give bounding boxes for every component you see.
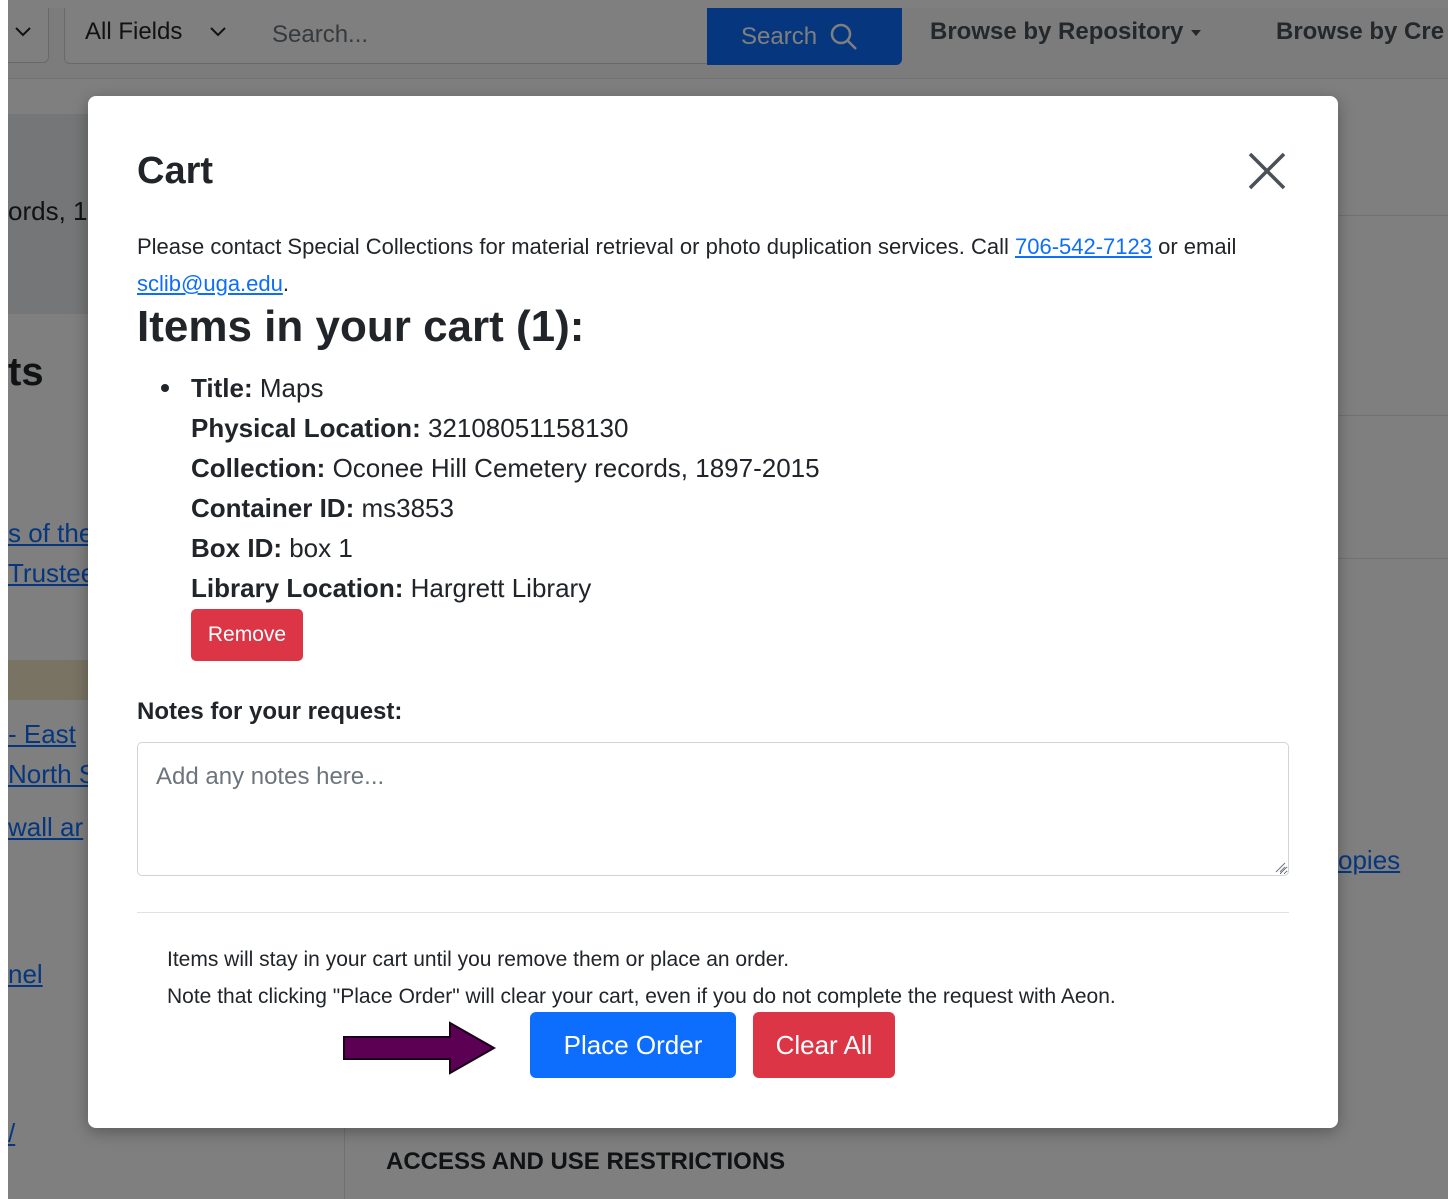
email-link[interactable]: sclib@uga.edu xyxy=(137,271,283,296)
close-button[interactable] xyxy=(1244,148,1290,194)
item-library-value: Hargrett Library xyxy=(403,573,592,603)
cart-footer-note: Items will stay in your cart until you r… xyxy=(167,941,1116,1015)
item-title-label: Title: xyxy=(191,373,253,403)
item-location-value: 32108051158130 xyxy=(420,413,629,443)
item-collection-row: Collection: Oconee Hill Cemetery records… xyxy=(191,448,820,488)
arrow-right-icon xyxy=(343,1021,497,1075)
item-box-label: Box ID: xyxy=(191,533,282,563)
phone-link[interactable]: 706-542-7123 xyxy=(1015,234,1152,259)
item-title-row: Title: Maps xyxy=(191,368,820,408)
notes-textarea[interactable] xyxy=(137,742,1289,876)
item-collection-label: Collection: xyxy=(191,453,326,483)
contact-text: Please contact Special Collections for m… xyxy=(137,234,1015,259)
place-order-button[interactable]: Place Order xyxy=(530,1012,736,1078)
modal-footer-divider xyxy=(137,912,1289,913)
item-collection-value: Oconee Hill Cemetery records, 1897-2015 xyxy=(325,453,820,483)
item-container-label: Container ID: xyxy=(191,493,355,523)
footer-note-line: Note that clicking "Place Order" will cl… xyxy=(167,985,1116,1008)
contact-info: Please contact Special Collections for m… xyxy=(137,228,1287,302)
remove-button[interactable]: Remove xyxy=(191,609,303,661)
page-edge xyxy=(0,0,8,1199)
list-item: Title: Maps Physical Location: 321080511… xyxy=(161,368,820,608)
item-location-label: Physical Location: xyxy=(191,413,421,443)
notes-label: Notes for your request: xyxy=(137,698,403,725)
modal-title: Cart xyxy=(137,150,214,192)
item-container-row: Container ID: ms3853 xyxy=(191,488,820,528)
item-title-value: Maps xyxy=(252,373,324,403)
close-icon xyxy=(1248,152,1286,190)
clear-all-button[interactable]: Clear All xyxy=(753,1012,895,1078)
contact-text-end: . xyxy=(282,271,289,296)
item-box-row: Box ID: box 1 xyxy=(191,528,820,568)
item-container-value: ms3853 xyxy=(354,493,454,523)
cart-modal: Cart Please contact Special Collections … xyxy=(88,96,1338,1128)
item-library-label: Library Location: xyxy=(191,573,404,603)
item-location-row: Physical Location: 32108051158130 xyxy=(191,408,820,448)
footer-note-line: Items will stay in your cart until you r… xyxy=(167,948,790,971)
item-library-row: Library Location: Hargrett Library xyxy=(191,568,820,608)
resize-handle-icon[interactable] xyxy=(1274,861,1286,873)
contact-text-or: or email xyxy=(1152,234,1237,259)
item-box-value: box 1 xyxy=(282,533,353,563)
cart-items-heading: Items in your cart (1): xyxy=(137,302,585,351)
cart-item-list: Title: Maps Physical Location: 321080511… xyxy=(161,368,820,608)
bullet-icon xyxy=(161,384,169,392)
